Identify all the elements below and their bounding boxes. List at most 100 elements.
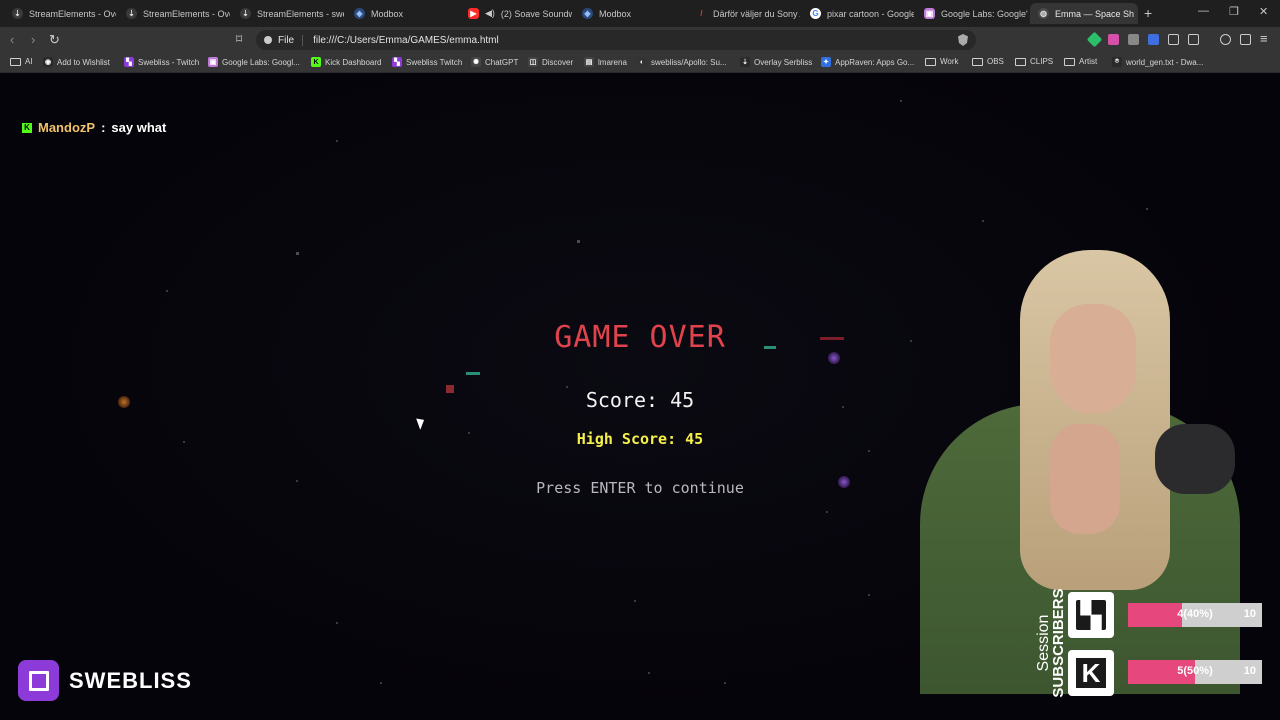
goal-text: 10: [1243, 665, 1256, 677]
modbox-icon: ◈: [582, 8, 593, 19]
star: [183, 441, 185, 443]
bookmark-item[interactable]: ✺ ChatGPT: [471, 57, 518, 67]
tab-title: Modbox: [371, 8, 404, 19]
scheme-label: File: [278, 34, 304, 46]
bookmark-item[interactable]: ▚ Swebliss Twitch: [392, 57, 462, 67]
lmarena-icon: ▤: [584, 57, 594, 67]
session-subscribers-widget: Session SUBSCRIBERS ▚ 4(40%) 10 K 5(50%)…: [1024, 588, 1280, 720]
tab-9[interactable]: ▣ Google Labs: Google's: [916, 3, 1028, 24]
star: [648, 672, 650, 674]
channel-brand: SWEBLISS: [18, 660, 192, 701]
tab-active[interactable]: ◍Emma — Space Sh✕: [1030, 3, 1138, 24]
extension-blue-icon[interactable]: [1148, 34, 1159, 45]
kick-sub-bar: 5(50%) 10: [1128, 660, 1262, 684]
bookmark-item[interactable]: AI: [10, 57, 33, 66]
close-window-icon[interactable]: ✕: [1259, 5, 1268, 18]
star: [868, 450, 870, 452]
tab-6[interactable]: ◈ Modbox: [574, 3, 686, 24]
tab-title: (2) Soave Soundw: [500, 8, 572, 19]
modbox-icon: ◈: [354, 8, 365, 19]
bookmark-item[interactable]: ✦ AppRaven: Apps Go...: [821, 57, 914, 67]
back-icon[interactable]: ‹: [10, 32, 14, 47]
twitch-sub-bar: 4(40%) 10: [1128, 603, 1262, 627]
panel-icon[interactable]: [1240, 34, 1251, 45]
star: [577, 240, 580, 243]
bookmark-item[interactable]: ◐ swebliss/Apollo: Su...: [637, 57, 727, 67]
bookmark-folder[interactable]: Artist: [1064, 57, 1097, 66]
star: [1146, 208, 1148, 210]
site-info-icon[interactable]: [264, 36, 272, 44]
brave-shield-icon[interactable]: [958, 34, 968, 46]
bookmark-item[interactable]: ⇣ Overlay Serbliss: [740, 57, 812, 67]
tab-title: Modbox: [599, 8, 632, 19]
bookmark-item[interactable]: ▚ Swebliss - Twitch: [124, 57, 199, 67]
bookmark-item[interactable]: ▤ lmarena: [584, 57, 627, 67]
enemy-fragment: [466, 372, 480, 375]
sidebar-icon[interactable]: [1188, 34, 1199, 45]
star: [166, 290, 168, 292]
kick-icon: K: [22, 122, 32, 133]
tab-8[interactable]: Gpixar cartoon - Google: [802, 3, 914, 24]
bookmark-item[interactable]: ⌾ world_gen.txt - Dwa...: [1112, 57, 1203, 67]
score-text: Score: 45: [585, 388, 695, 412]
extension-pink-icon[interactable]: [1108, 34, 1119, 45]
star: [826, 511, 828, 513]
file-icon: ⌾: [1112, 57, 1122, 67]
game-over-title: GAME OVER: [554, 320, 726, 355]
bookmark-icon[interactable]: ⌑: [236, 32, 242, 46]
bookmark-item[interactable]: ▣ Google Labs: Googl...: [208, 57, 300, 67]
bookmark-item[interactable]: ◉ Add to Wishlist: [43, 57, 110, 67]
reload-icon[interactable]: ↻: [49, 32, 60, 48]
twitch-icon: ▚: [392, 57, 402, 67]
bookmark-item[interactable]: K Kick Dashboard: [311, 57, 381, 67]
extension-green-icon[interactable]: [1086, 31, 1103, 48]
mouse-cursor-icon: [416, 416, 427, 430]
restore-icon[interactable]: ❐: [1229, 5, 1239, 18]
twitch-icon: ▚: [1068, 592, 1114, 638]
tab-2[interactable]: ⇣ StreamElements - Ove: [118, 3, 230, 24]
chat-username: MandozP: [38, 120, 96, 135]
tab-7[interactable]: / Därför väljer du Sony A: [688, 3, 800, 24]
menu-icon[interactable]: ≡: [1260, 31, 1268, 46]
folder-icon: [972, 57, 983, 66]
extensions-puzzle-icon[interactable]: [1168, 34, 1179, 45]
star: [336, 622, 338, 624]
chat-message: K MandozP : say what: [22, 120, 166, 135]
tab-title: Därför väljer du Sony A: [713, 8, 800, 19]
star: [380, 682, 382, 684]
folder-icon: [1064, 57, 1075, 66]
folder-icon: [10, 57, 21, 66]
tab-4[interactable]: ◈ Modbox: [346, 3, 458, 24]
media-icon[interactable]: [1220, 34, 1231, 45]
bookmark-folder[interactable]: CLIPS: [1015, 57, 1053, 66]
bookmark-folder[interactable]: OBS: [972, 57, 1004, 66]
high-score-text: High Score: 45: [576, 430, 704, 448]
new-tab-button[interactable]: +: [1144, 5, 1152, 21]
star: [468, 432, 470, 434]
tab-1[interactable]: ⇣ StreamElements - Ove: [4, 3, 116, 24]
star: [336, 140, 338, 142]
continue-prompt: Press ENTER to continue: [536, 479, 744, 497]
streamelements-icon: ⇣: [240, 8, 251, 19]
navigation-bar: ‹ › ↻ ⌑ File file:///C:/Users/Emma/GAMES…: [0, 27, 1280, 53]
star: [634, 600, 636, 602]
planet: [838, 476, 850, 488]
tab-5[interactable]: ▶ ◀) (2) Soave Soundw: [460, 3, 572, 24]
minimize-icon[interactable]: —: [1198, 5, 1209, 17]
discover-icon: ◫: [528, 57, 538, 67]
bookmark-folder[interactable]: Work: [925, 57, 959, 66]
kick-icon: K: [1068, 650, 1114, 696]
address-bar[interactable]: File file:///C:/Users/Emma/GAMES/emma.ht…: [256, 30, 976, 50]
extension-grey-icon[interactable]: [1128, 34, 1139, 45]
enemy-fragment: [764, 346, 776, 349]
tab-3[interactable]: ⇣ StreamElements - swe: [232, 3, 344, 24]
game-canvas[interactable]: K MandozP : say what GAME OVER Score: 45…: [0, 74, 1280, 720]
streamelements-icon: ⇣: [12, 8, 23, 19]
bookmark-item[interactable]: ◫ Discover: [528, 57, 573, 67]
chatgpt-icon: ✺: [471, 57, 481, 67]
microphone-icon: [1155, 424, 1235, 494]
folder-icon: [1015, 57, 1026, 66]
url-text[interactable]: file:///C:/Users/Emma/GAMES/emma.html: [313, 35, 499, 46]
forward-icon[interactable]: ›: [31, 32, 35, 47]
progress-text: 5(50%): [1177, 665, 1213, 677]
